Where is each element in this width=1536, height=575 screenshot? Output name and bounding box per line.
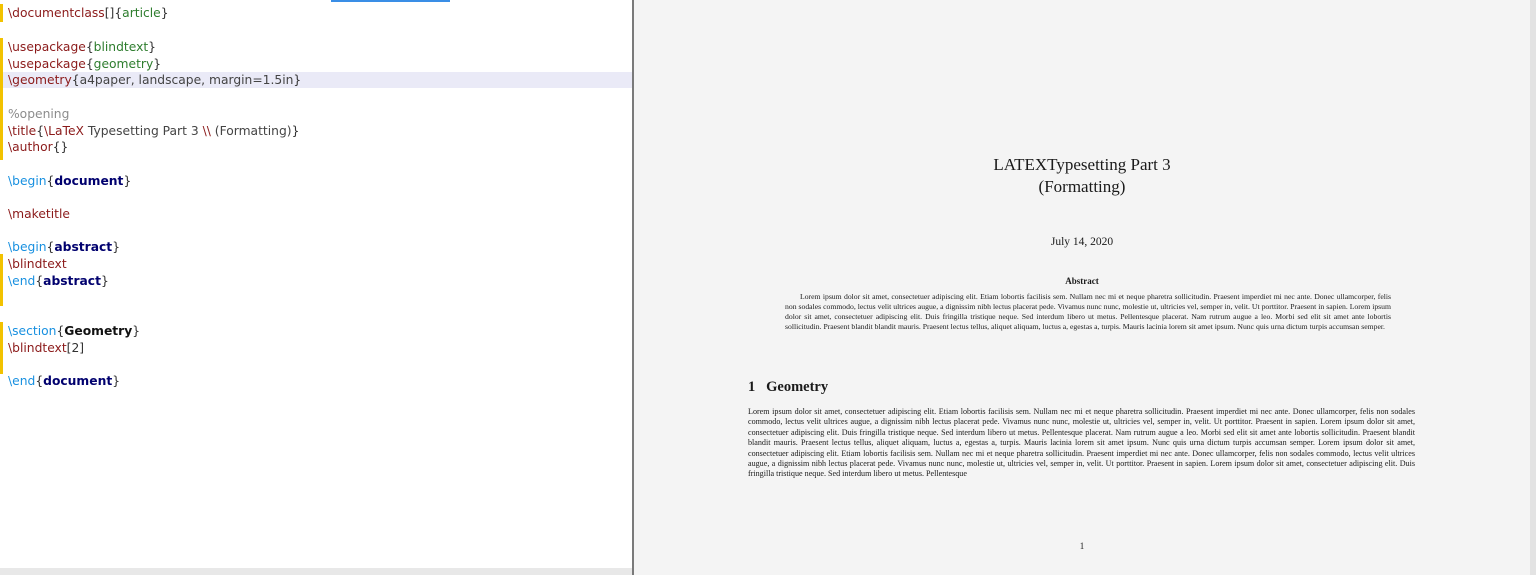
brace-close: } [112, 374, 121, 388]
brace-close: } [153, 57, 162, 71]
brace-close: } [112, 240, 121, 254]
section-text: Lorem ipsum dolor sit amet, consectetuer… [748, 407, 1415, 479]
latex-argument: geometry [93, 57, 154, 71]
page-number: 1 [1079, 541, 1085, 551]
code-line-3[interactable]: \usepackage{blindtext} [8, 39, 156, 56]
latex-section-name: Geometry [64, 324, 133, 338]
brace-close: } [291, 124, 300, 138]
brace-open: { [35, 374, 44, 388]
latex-command: \geometry [8, 73, 72, 87]
latex-env-command: \end [8, 374, 36, 388]
brace-open: { [35, 274, 44, 288]
brace-close: } [293, 73, 302, 87]
latex-env-name: document [43, 374, 113, 388]
code-line-9[interactable]: \author{} [8, 139, 68, 156]
latex-command: \documentclass [8, 6, 105, 20]
latex-command: \usepackage [8, 57, 86, 71]
latex-optional-arg: [2] [66, 341, 85, 355]
latex-text: Typesetting Part 3 [83, 124, 203, 138]
brace-close: } [100, 274, 109, 288]
section-heading: 1 Geometry [748, 379, 828, 396]
latex-inner-command: \LaTeX [44, 124, 84, 138]
latex-env-command: \begin [8, 174, 47, 188]
latex-argument: blindtext [93, 40, 149, 54]
brace-close: } [148, 40, 156, 54]
brace-close: } [160, 6, 169, 20]
latex-command: \blindtext [8, 257, 67, 271]
latex-command: \title [8, 124, 37, 138]
brace-open: { [85, 40, 94, 54]
brace-open: { [71, 73, 80, 87]
code-line-21[interactable]: \blindtext[2] [8, 340, 84, 357]
latex-linebreak: \\ [202, 124, 211, 138]
brace-close: } [123, 174, 132, 188]
latex-argument: {} [52, 140, 69, 154]
latex-argument: article [122, 6, 161, 20]
code-line-20[interactable]: \section{Geometry} [8, 323, 140, 340]
code-line-7[interactable]: %opening [8, 106, 69, 123]
latex-command: \maketitle [8, 207, 70, 221]
code-line-1[interactable]: \documentclass[]{article} [8, 5, 169, 22]
change-marker [0, 322, 3, 374]
latex-env-name: document [54, 174, 124, 188]
pdf-page: LATEXTypesetting Part 3 (Formatting) Jul… [634, 0, 1530, 575]
change-marker [0, 4, 3, 22]
pdf-preview[interactable]: LATEXTypesetting Part 3 (Formatting) Jul… [634, 0, 1536, 575]
active-tab-indicator [331, 0, 450, 2]
document-date: July 14, 2020 [1050, 236, 1114, 248]
document-title: LATEXTypesetting Part 3 (Formatting) [634, 154, 1530, 198]
vertical-scrollbar[interactable] [1530, 0, 1536, 575]
latex-text: (Formatting) [210, 124, 292, 138]
latex-comment: %opening [8, 107, 70, 121]
brace-close: } [132, 324, 141, 338]
code-line-17[interactable]: \end{abstract} [8, 273, 109, 290]
latex-env-command: \begin [8, 240, 47, 254]
code-line-13[interactable]: \maketitle [8, 206, 70, 223]
brace-open: { [85, 57, 94, 71]
latex-env-name: abstract [54, 240, 113, 254]
latex-command: \blindtext [8, 341, 67, 355]
latex-env-name: abstract [43, 274, 101, 288]
abstract-text: Lorem ipsum dolor sit amet, consectetuer… [785, 292, 1391, 332]
section-title: Geometry [766, 379, 829, 395]
brace-open: { [114, 6, 123, 20]
change-marker [0, 254, 3, 306]
abstract-heading: Abstract [1065, 276, 1099, 286]
code-line-23[interactable]: \end{document} [8, 373, 120, 390]
code-editor[interactable]: \documentclass[]{article} \usepackage{bl… [0, 0, 632, 575]
brace-open: { [36, 124, 45, 138]
horizontal-scrollbar[interactable] [0, 568, 632, 575]
latex-optional-arg: [] [104, 6, 115, 20]
code-line-16[interactable]: \blindtext [8, 256, 67, 273]
latex-command: \author [8, 140, 53, 154]
latex-command: \usepackage [8, 40, 86, 54]
code-line-5[interactable]: \geometry{a4paper, landscape, margin=1.5… [8, 72, 301, 89]
latex-section-command: \section [8, 324, 57, 338]
code-line-15[interactable]: \begin{abstract} [8, 239, 120, 256]
code-line-8[interactable]: \title{\LaTeX Typesetting Part 3 \\ (For… [8, 123, 299, 140]
code-line-11[interactable]: \begin{document} [8, 173, 131, 190]
title-line-2: (Formatting) [1038, 177, 1126, 196]
latex-env-command: \end [8, 274, 36, 288]
code-line-4[interactable]: \usepackage{geometry} [8, 56, 161, 73]
latex-argument: a4paper, landscape, margin=1.5in [79, 73, 294, 87]
title-line-1: LATEXTypesetting Part 3 [993, 155, 1171, 174]
change-marker [0, 38, 3, 160]
